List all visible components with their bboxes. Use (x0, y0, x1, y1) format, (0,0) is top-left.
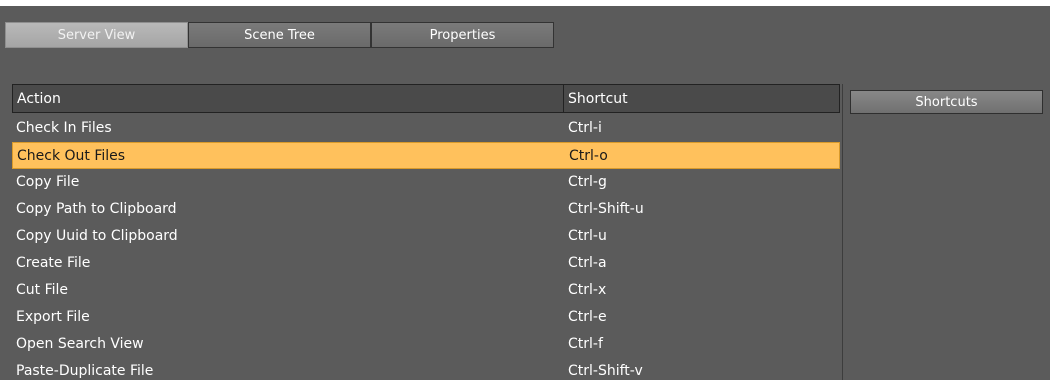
app-window: Server View Scene Tree Properties Action… (0, 0, 1050, 380)
cell-shortcut: Ctrl-a (568, 255, 607, 271)
cell-action: Export File (16, 309, 90, 325)
cell-shortcut: Ctrl-g (568, 174, 607, 190)
cell-action: Copy File (16, 174, 80, 190)
table-body: Check In Files Ctrl-i Check Out Files Ctrl-… (12, 115, 840, 380)
cell-shortcut: Ctrl-Shift-u (568, 201, 644, 217)
cell-shortcut: Ctrl-u (568, 228, 607, 244)
cell-action: Check In Files (16, 120, 112, 136)
table-row[interactable]: Check Out Files Ctrl-o (12, 142, 840, 169)
cell-action: Copy Uuid to Clipboard (16, 228, 178, 244)
cell-shortcut: Ctrl-x (568, 282, 607, 298)
tab-server-view[interactable]: Server View (5, 22, 188, 48)
column-header-action[interactable]: Action (13, 85, 564, 112)
table-header: Action Shortcut (12, 84, 840, 113)
shortcuts-button[interactable]: Shortcuts (850, 90, 1043, 114)
panel-divider (842, 84, 843, 380)
tab-scene-tree[interactable]: Scene Tree (188, 22, 371, 48)
table-row[interactable]: Copy Path to Clipboard Ctrl-Shift-u (12, 196, 840, 223)
cell-action: Check Out Files (17, 148, 126, 164)
shortcuts-table: Action Shortcut Check In Files Ctrl-i Chec… (12, 84, 840, 380)
cell-action: Copy Path to Clipboard (16, 201, 177, 217)
cell-action: Create File (16, 255, 91, 271)
cell-shortcut: Ctrl-i (568, 120, 602, 136)
table-row[interactable]: Export File Ctrl-e (12, 304, 840, 331)
cell-shortcut: Ctrl-f (568, 336, 603, 352)
cell-action: Cut File (16, 282, 69, 298)
table-row[interactable]: Paste-Duplicate File Ctrl-Shift-v (12, 358, 840, 380)
column-header-shortcut[interactable]: Shortcut (564, 85, 839, 112)
main-panel: Server View Scene Tree Properties Action… (0, 6, 1050, 380)
table-row[interactable]: Create File Ctrl-a (12, 250, 840, 277)
cell-shortcut: Ctrl-o (569, 148, 608, 164)
table-row[interactable]: Check In Files Ctrl-i (12, 115, 840, 142)
cell-shortcut: Ctrl-e (568, 309, 607, 325)
cell-action: Paste-Duplicate File (16, 363, 154, 379)
table-row[interactable]: Open Search View Ctrl-f (12, 331, 840, 358)
table-row[interactable]: Copy Uuid to Clipboard Ctrl-u (12, 223, 840, 250)
cell-action: Open Search View (16, 336, 144, 352)
tab-properties[interactable]: Properties (371, 22, 554, 48)
cell-shortcut: Ctrl-Shift-v (568, 363, 643, 379)
table-row[interactable]: Cut File Ctrl-x (12, 277, 840, 304)
table-row[interactable]: Copy File Ctrl-g (12, 169, 840, 196)
